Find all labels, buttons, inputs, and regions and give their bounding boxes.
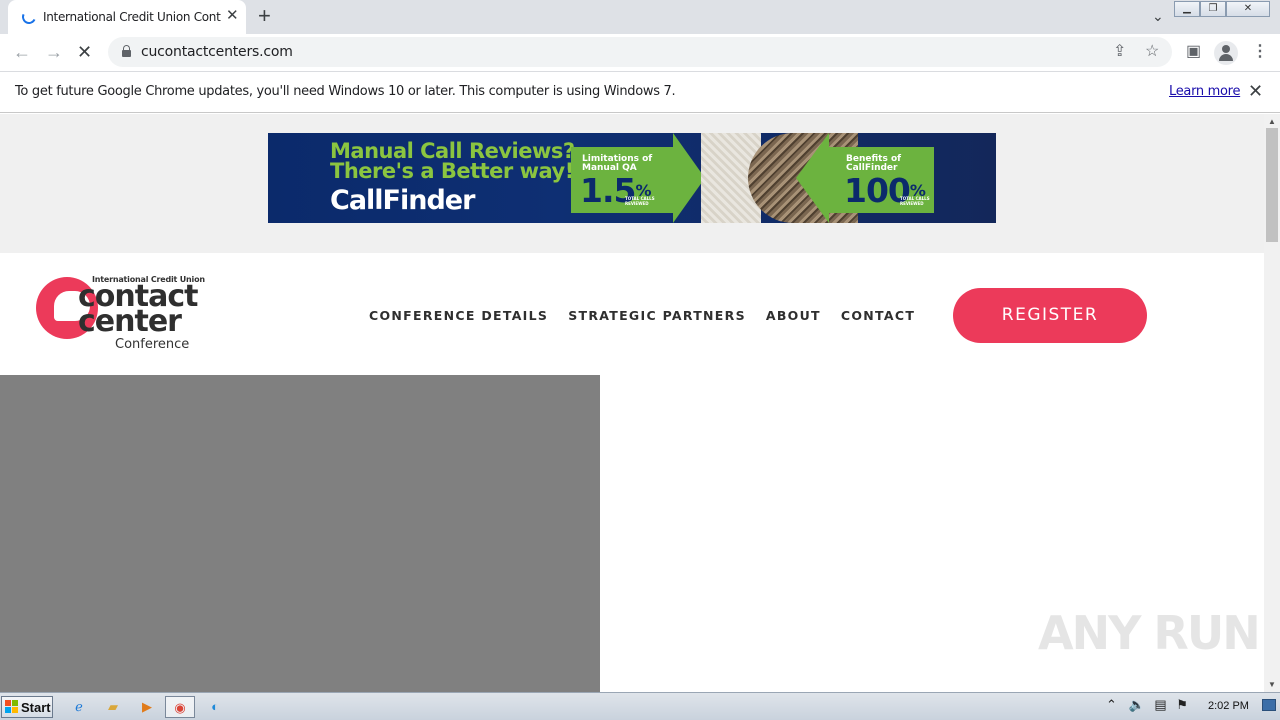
address-bar[interactable]: cucontactcenters.com ⇪ ☆ bbox=[108, 37, 1172, 67]
window-controls: ▁ ❐ ✕ bbox=[1174, 1, 1270, 17]
tab-strip: International Credit Union Contact C ✕ +… bbox=[0, 0, 1280, 34]
media-player-icon[interactable]: ▶ bbox=[136, 696, 158, 718]
callfinder-ad-banner[interactable]: Manual Call Reviews? There's a Better wa… bbox=[268, 133, 996, 223]
site-logo[interactable]: International Credit Union contact cente… bbox=[36, 273, 211, 358]
page-scrollbar[interactable]: ▲ ▼ bbox=[1264, 114, 1280, 692]
loading-spinner-icon bbox=[20, 8, 38, 26]
tab-search-chevron-icon[interactable]: ⌄ bbox=[1152, 8, 1164, 25]
volume-icon[interactable]: 🔈 bbox=[1129, 697, 1145, 712]
network-icon[interactable]: ▤ bbox=[1154, 697, 1166, 712]
windows-taskbar: Start ℯ ▰ ▶ ◉ ◐ ⌃ 🔈 ▤ ⚑ 2:02 PM bbox=[0, 692, 1280, 720]
infobar-close-icon[interactable]: ✕ bbox=[1248, 81, 1263, 101]
main-nav: CONFERENCE DETAILS STRATEGIC PARTNERS AB… bbox=[369, 308, 935, 323]
profile-avatar-icon[interactable] bbox=[1214, 41, 1238, 65]
site-header: International Credit Union contact cente… bbox=[0, 253, 1264, 375]
edge-icon[interactable]: ◐ bbox=[204, 696, 226, 718]
ad-left-fine-2: REVIEWED bbox=[625, 201, 649, 206]
lock-icon[interactable] bbox=[122, 45, 131, 57]
ad-headline-line2: There's a Better way! bbox=[330, 159, 574, 183]
nav-strategic-partners[interactable]: STRATEGIC PARTNERS bbox=[568, 308, 746, 323]
start-button[interactable]: Start bbox=[1, 696, 53, 718]
scrollbar-thumb[interactable] bbox=[1266, 128, 1278, 242]
learn-more-link[interactable]: Learn more bbox=[1169, 84, 1240, 99]
nav-about[interactable]: ABOUT bbox=[766, 308, 821, 323]
stop-loading-icon[interactable]: ✕ bbox=[77, 42, 92, 62]
menu-kebab-icon[interactable]: ⋮ bbox=[1252, 43, 1268, 61]
register-button[interactable]: REGISTER bbox=[953, 288, 1147, 343]
logo-center-text: center bbox=[78, 304, 182, 339]
infobar-message: To get future Google Chrome updates, you… bbox=[15, 84, 676, 99]
folder-icon[interactable]: ▰ bbox=[102, 696, 124, 718]
hero-image-placeholder bbox=[0, 375, 600, 692]
tab-active[interactable]: International Credit Union Contact C ✕ bbox=[8, 0, 246, 34]
tab-close-icon[interactable]: ✕ bbox=[226, 8, 239, 24]
bookmark-star-icon[interactable]: ☆ bbox=[1145, 43, 1159, 61]
ad-left-fine: TOTAL CALLS REVIEWED bbox=[625, 196, 655, 206]
url-text[interactable]: cucontactcenters.com bbox=[141, 44, 293, 60]
new-tab-button[interactable]: + bbox=[258, 4, 271, 28]
back-arrow-icon[interactable]: ← bbox=[13, 42, 31, 62]
chrome-icon[interactable]: ◉ bbox=[165, 696, 195, 718]
web-content: Manual Call Reviews? There's a Better wa… bbox=[0, 114, 1264, 692]
logo-conference-text: Conference bbox=[115, 337, 190, 352]
close-window-button[interactable]: ✕ bbox=[1226, 1, 1270, 17]
forward-arrow-icon[interactable]: → bbox=[45, 42, 63, 62]
windows-logo-icon bbox=[5, 700, 19, 714]
ad-headline-line1: Manual Call Reviews? bbox=[330, 139, 575, 163]
ad-right-fine: TOTAL CALLS REVIEWED bbox=[900, 196, 930, 206]
ad-band: Manual Call Reviews? There's a Better wa… bbox=[0, 114, 1264, 253]
ie-icon[interactable]: ℯ bbox=[68, 696, 90, 718]
share-icon[interactable]: ⇪ bbox=[1113, 43, 1126, 61]
side-panel-icon[interactable]: ▣ bbox=[1186, 43, 1201, 61]
scroll-down-arrow-icon[interactable]: ▼ bbox=[1268, 680, 1276, 689]
nav-conference-details[interactable]: CONFERENCE DETAILS bbox=[369, 308, 548, 323]
tab-title: International Credit Union Contact C bbox=[43, 10, 221, 24]
restore-button[interactable]: ❐ bbox=[1200, 1, 1226, 17]
update-infobar: To get future Google Chrome updates, you… bbox=[0, 72, 1280, 113]
start-label: Start bbox=[21, 700, 51, 715]
ad-left-arrow-icon bbox=[796, 133, 829, 223]
show-desktop-button[interactable] bbox=[1262, 699, 1276, 711]
browser-toolbar: ← → ✕ cucontactcenters.com ⇪ ☆ ▣ ⋮ bbox=[0, 34, 1280, 72]
ad-headline: Manual Call Reviews? There's a Better wa… bbox=[330, 139, 575, 183]
ad-brand: CallFinder bbox=[330, 185, 475, 216]
system-tray: ⌃ 🔈 ▤ ⚑ bbox=[1106, 697, 1188, 713]
nav-contact[interactable]: CONTACT bbox=[841, 308, 915, 323]
scroll-up-arrow-icon[interactable]: ▲ bbox=[1268, 117, 1276, 126]
taskbar-clock[interactable]: 2:02 PM bbox=[1208, 700, 1249, 712]
action-center-flag-icon[interactable]: ⚑ bbox=[1176, 697, 1188, 712]
tray-expand-icon[interactable]: ⌃ bbox=[1106, 697, 1117, 712]
anyrun-watermark: ANY RUN bbox=[1038, 606, 1261, 660]
ad-right-fine-2: REVIEWED bbox=[900, 201, 924, 206]
minimize-button[interactable]: ▁ bbox=[1174, 1, 1200, 17]
